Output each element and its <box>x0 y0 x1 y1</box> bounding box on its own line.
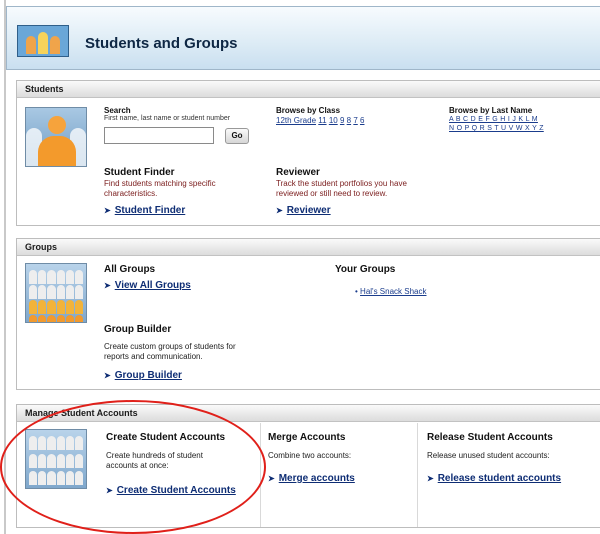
browse-class-links: 12th Grade 11 10 9 8 7 6 <box>276 116 364 125</box>
merge-accounts-desc: Combine two accounts: <box>268 451 352 460</box>
page-header: Students and Groups <box>6 6 600 70</box>
your-groups-title: Your Groups <box>335 264 396 275</box>
group-builder-link[interactable]: ➤ Group Builder <box>104 370 182 381</box>
browse-class-label: Browse by Class <box>276 106 341 115</box>
students-panel-heading: Students <box>17 81 600 98</box>
your-groups-list: • Hal's Snack Shack <box>355 287 427 296</box>
bullet-icon: • <box>355 287 358 296</box>
search-label: Search <box>104 106 131 115</box>
reviewer-title: Reviewer <box>276 167 320 178</box>
arrow-right-icon: ➤ <box>427 474 434 483</box>
arrow-right-icon: ➤ <box>104 281 111 290</box>
student-avatar-icon <box>25 107 87 167</box>
arrow-right-icon: ➤ <box>104 371 111 380</box>
groups-panel: Groups All Groups ➤ View All Groups Your … <box>16 238 600 390</box>
manage-accounts-heading: Manage Student Accounts <box>17 405 600 422</box>
merge-accounts-link[interactable]: ➤ Merge accounts <box>268 473 355 484</box>
student-finder-link[interactable]: ➤ Student Finder <box>104 205 185 216</box>
class-link-7[interactable]: 7 <box>353 116 357 125</box>
group-builder-desc: Create custom groups of students for rep… <box>104 342 236 361</box>
arrow-right-icon: ➤ <box>104 206 111 215</box>
class-link-10[interactable]: 10 <box>329 116 338 125</box>
arrow-right-icon: ➤ <box>106 486 113 495</box>
group-link-hals-snack-shack[interactable]: Hal's Snack Shack <box>360 287 426 296</box>
group-crowd-icon <box>25 263 87 323</box>
create-accounts-desc: Create hundreds of student accounts at o… <box>106 451 203 470</box>
create-accounts-title: Create Student Accounts <box>106 432 226 443</box>
student-finder-title: Student Finder <box>104 167 175 178</box>
class-link-11[interactable]: 11 <box>318 116 326 125</box>
column-divider <box>417 423 418 527</box>
create-accounts-link[interactable]: ➤ Create Student Accounts <box>106 485 236 496</box>
last-name-letters-row2[interactable]: N O P Q R S T U V W X Y Z <box>449 125 544 132</box>
merge-accounts-title: Merge Accounts <box>268 432 346 443</box>
go-button[interactable]: Go <box>225 128 249 144</box>
students-groups-icon <box>17 25 69 57</box>
reviewer-link[interactable]: ➤ Reviewer <box>276 205 331 216</box>
arrow-right-icon: ➤ <box>268 474 275 483</box>
all-groups-title: All Groups <box>104 264 156 275</box>
search-input[interactable] <box>104 127 214 144</box>
search-hint: First name, last name or student number <box>104 115 231 122</box>
last-name-letters-row1[interactable]: A B C D E F G H I J K L M <box>449 116 538 123</box>
reviewer-desc: Track the student portfolios you have re… <box>276 179 407 198</box>
arrow-right-icon: ➤ <box>276 206 283 215</box>
group-builder-title: Group Builder <box>104 324 172 335</box>
release-accounts-desc: Release unused student accounts: <box>427 451 550 460</box>
column-divider <box>260 423 261 527</box>
class-link-12th[interactable]: 12th Grade <box>276 116 316 125</box>
release-accounts-link[interactable]: ➤ Release student accounts <box>427 473 561 484</box>
release-accounts-title: Release Student Accounts <box>427 432 553 443</box>
groups-panel-heading: Groups <box>17 239 600 256</box>
browse-last-name-label: Browse by Last Name <box>449 106 533 115</box>
page-title: Students and Groups <box>85 35 238 52</box>
class-link-8[interactable]: 8 <box>347 116 351 125</box>
class-link-9[interactable]: 9 <box>340 116 344 125</box>
students-panel: Students Search First name, last name or… <box>16 80 600 226</box>
account-crowd-icon <box>25 429 87 489</box>
manage-accounts-panel: Manage Student Accounts Create Student A… <box>16 404 600 528</box>
view-all-groups-link[interactable]: ➤ View All Groups <box>104 280 191 291</box>
class-link-6[interactable]: 6 <box>360 116 364 125</box>
student-finder-desc: Find students matching specific characte… <box>104 179 216 198</box>
